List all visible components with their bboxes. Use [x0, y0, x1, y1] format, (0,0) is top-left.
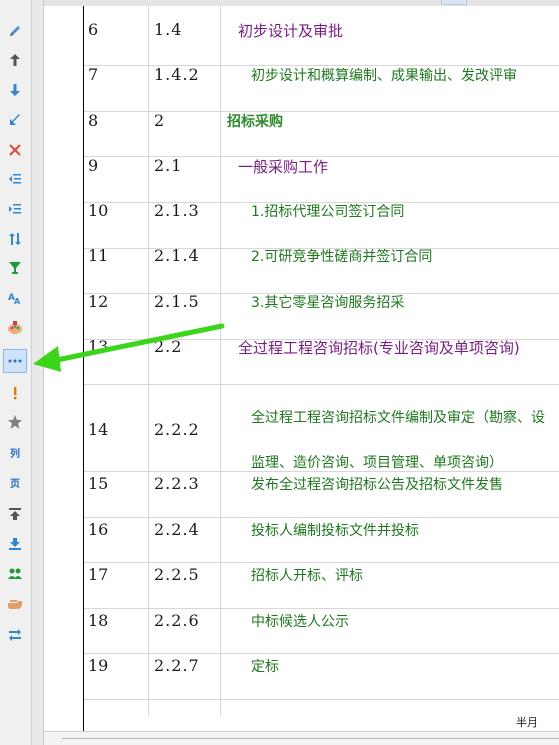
row-number: 17: [88, 565, 109, 584]
wbs-code: 1.4: [154, 20, 183, 39]
wbs-code: 2.2.4: [154, 520, 200, 539]
column-divider: [148, 6, 149, 716]
svg-text:A: A: [14, 297, 21, 305]
task-name[interactable]: 中标候选人公示: [251, 611, 349, 631]
move-to-top-icon[interactable]: [3, 502, 27, 526]
task-name[interactable]: 全过程工程咨询招标(专业咨询及单项咨询): [238, 337, 520, 358]
wbs-code: 2.1.3: [154, 201, 200, 220]
row-number: 11: [88, 246, 109, 265]
toolbar-divider: [32, 0, 44, 745]
task-name[interactable]: 招标人开标、评标: [251, 565, 363, 585]
outdent-icon[interactable]: [3, 167, 27, 191]
wbs-code: 2.2.7: [154, 656, 200, 675]
wbs-code: 2.2: [154, 337, 183, 356]
row-number: 19: [88, 656, 109, 675]
timescale-label: 半月: [516, 716, 538, 729]
row-divider: [84, 517, 559, 518]
wbs-code: 2.1.4: [154, 246, 200, 265]
delete-icon[interactable]: [3, 138, 27, 162]
task-name[interactable]: 发布全过程咨询招标公告及招标文件发售: [251, 474, 503, 494]
edit-pencil-icon[interactable]: [3, 19, 27, 43]
wbs-code: 2.2.6: [154, 611, 200, 630]
wbs-code: 2.1.5: [154, 292, 200, 311]
exclamation-icon[interactable]: [3, 381, 27, 405]
top-toolbar-button[interactable]: [441, 0, 467, 5]
wbs-code: 2.1: [154, 156, 183, 175]
row-number: 7: [88, 65, 99, 84]
swap-vertical-icon[interactable]: [3, 227, 27, 251]
row-number: 16: [88, 520, 109, 539]
task-name[interactable]: 初步设计和概算编制、成果输出、发改评审: [251, 65, 517, 85]
row-number: 10: [88, 201, 109, 220]
row-divider: [84, 562, 559, 563]
task-name[interactable]: 2.可研竞争性磋商并签订合同: [251, 246, 432, 266]
wbs-code: 2: [154, 111, 166, 130]
filter-cup-icon[interactable]: [3, 256, 27, 280]
move-up-icon[interactable]: [3, 48, 27, 72]
scrollbar-track[interactable]: [62, 738, 559, 739]
indent-icon[interactable]: [3, 197, 27, 221]
row-number: 12: [88, 292, 109, 311]
row-number: 13: [88, 337, 109, 356]
row-header-border: [83, 6, 84, 731]
wbs-code: 2.2.3: [154, 474, 200, 493]
wbs-code: 1.4.2: [154, 65, 200, 84]
row-divider: [84, 384, 559, 385]
switch-icon[interactable]: [3, 622, 27, 646]
page-icon[interactable]: 页: [3, 473, 27, 497]
indent-arrow-icon[interactable]: [3, 108, 27, 132]
row-number: 8: [88, 111, 99, 130]
horizontal-scrollbar[interactable]: [44, 731, 559, 745]
task-name-continued[interactable]: 监理、造价咨询、项目管理、单项咨询）: [251, 452, 503, 472]
move-down-icon[interactable]: [3, 78, 27, 102]
task-name[interactable]: 投标人编制投标文件并投标: [251, 520, 419, 540]
hand-point-icon[interactable]: [3, 592, 27, 616]
download-icon[interactable]: [3, 532, 27, 556]
row-divider: [84, 653, 559, 654]
task-name[interactable]: 一般采购工作: [238, 156, 328, 177]
column-divider: [220, 6, 221, 716]
wbs-code: 2.2.5: [154, 565, 200, 584]
row-number: 15: [88, 474, 109, 493]
row-number: 18: [88, 611, 109, 630]
row-number: 6: [88, 20, 99, 39]
task-name[interactable]: 初步设计及审批: [238, 20, 343, 41]
users-icon[interactable]: [3, 562, 27, 586]
task-name[interactable]: 1.招标代理公司签订合同: [251, 201, 404, 221]
more-dots-icon[interactable]: [3, 349, 27, 373]
row-number: 14: [88, 420, 109, 439]
row-divider: [84, 608, 559, 609]
row-divider: [84, 699, 559, 700]
task-name[interactable]: 3.其它零星咨询服务招采: [251, 292, 404, 312]
font-size-icon[interactable]: AA: [3, 286, 27, 310]
gantt-table: 6 1.4 初步设计及审批 7 1.4.2 初步设计和概算编制、成果输出、发改评审 8 2 招标…: [44, 6, 559, 731]
task-name[interactable]: 全过程工程咨询招标文件编制及审定（勘察、设: [251, 407, 545, 427]
row-number: 9: [88, 156, 99, 175]
task-name[interactable]: 定标: [251, 656, 279, 676]
palette-icon[interactable]: [3, 316, 27, 340]
star-icon[interactable]: [3, 410, 27, 434]
left-toolbar: AA 列页: [0, 0, 32, 745]
task-name[interactable]: 招标采购: [227, 111, 283, 131]
wbs-code: 2.2.2: [154, 420, 200, 439]
column-icon[interactable]: 列: [3, 443, 27, 467]
